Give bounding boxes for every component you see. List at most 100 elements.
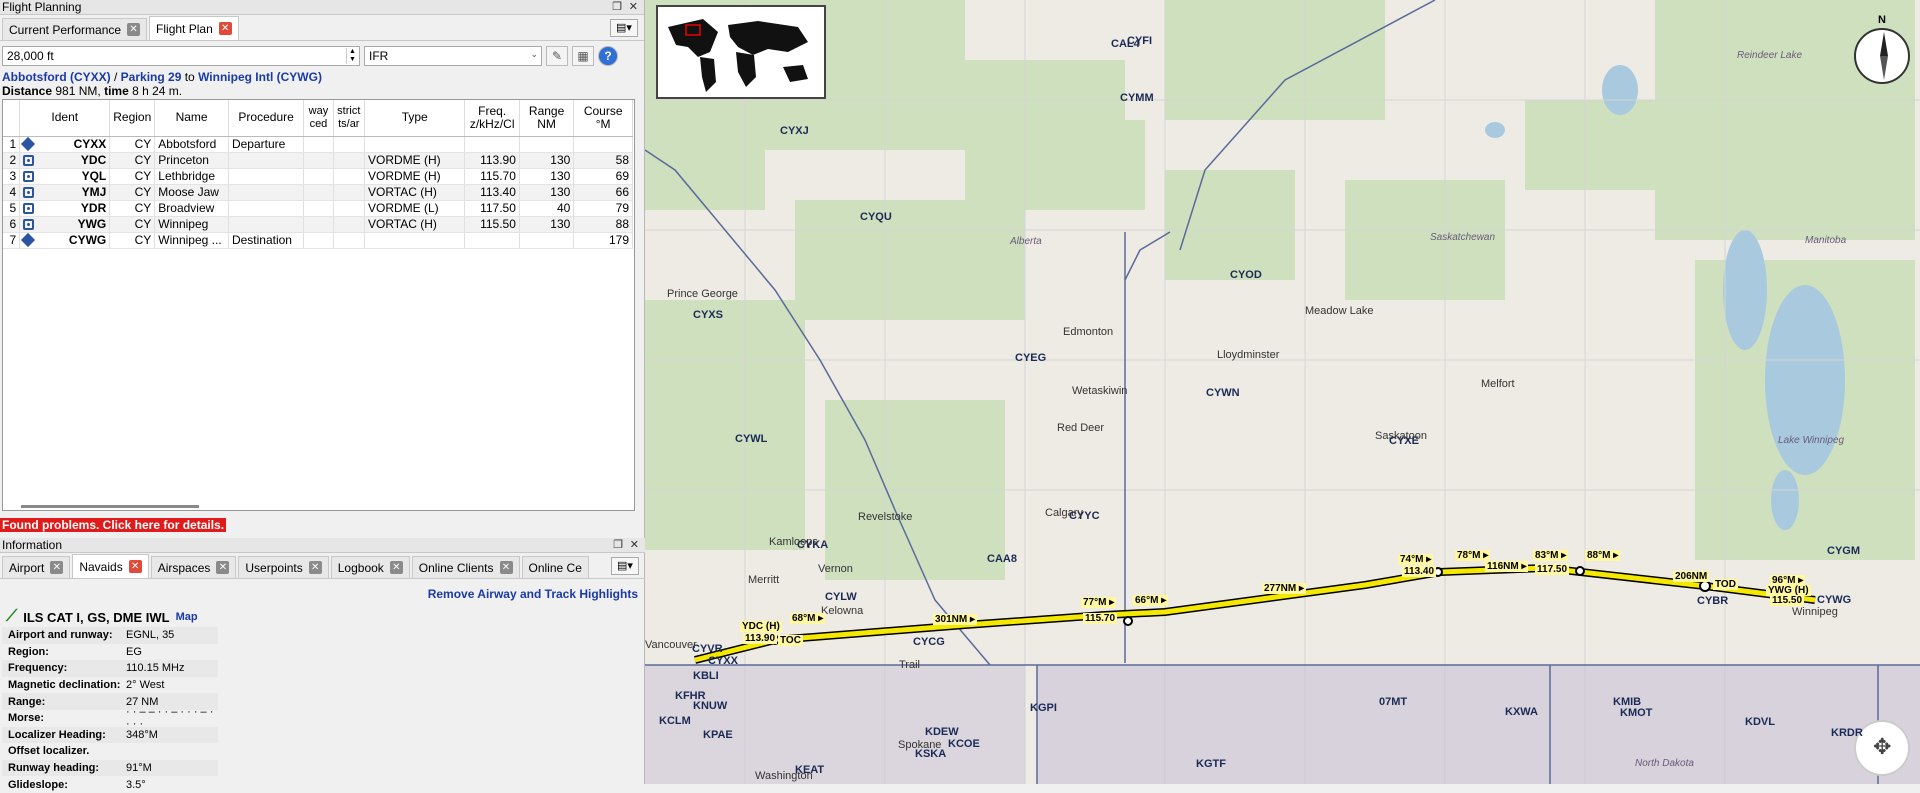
col-airway[interactable]: way ced [303, 100, 334, 137]
airport-label[interactable]: CYQU [860, 211, 892, 223]
col-region[interactable]: Region [109, 100, 156, 137]
airport-label[interactable]: CYFI [1127, 35, 1152, 47]
cell-procedure [228, 152, 305, 169]
detail-value: 348°M [126, 728, 158, 741]
airport-label[interactable]: KGTF [1196, 758, 1226, 770]
tab-menu-button[interactable]: ▤▾ [611, 557, 639, 575]
tab-close-icon[interactable]: ✕ [389, 561, 403, 574]
parking-link[interactable]: Parking 29 [121, 70, 182, 84]
airport-label[interactable]: KBLI [693, 670, 719, 682]
problems-banner[interactable]: Found problems. Click here for details. [0, 518, 227, 532]
tab-online-centers[interactable]: Online Ce [521, 556, 589, 578]
table-row[interactable]: 5 YDR CY Broadview VORDME (L) 117.50 40 79 [3, 200, 633, 217]
airport-label[interactable]: CYWL [735, 433, 767, 445]
col-ident[interactable]: Ident [19, 100, 111, 137]
airport-label[interactable]: KDVL [1745, 716, 1775, 728]
departure-link[interactable]: Abbotsford (CYXX) [2, 70, 111, 84]
destination-link[interactable]: Winnipeg Intl (CYWG) [198, 70, 322, 84]
flight-rules-combo[interactable]: IFR ⌄ [364, 46, 542, 66]
tab-close-icon[interactable]: ✕ [50, 561, 64, 574]
col-restrictions[interactable]: strict ts/ar [333, 100, 365, 137]
close-icon[interactable]: ✕ [629, 0, 638, 13]
tab-current-performance[interactable]: Current Performance ✕ [2, 18, 148, 40]
cruise-altitude-spinbox[interactable]: 28,000 ft ▲ ▼ [2, 46, 360, 66]
tab-menu-button[interactable]: ▤▾ [610, 19, 638, 37]
col-course[interactable]: Course °M [573, 100, 633, 137]
airport-label[interactable]: CYMM [1120, 92, 1154, 104]
airport-icon [21, 136, 36, 152]
float-icon[interactable]: ❐ [613, 538, 623, 551]
map-link[interactable]: Map [176, 611, 198, 623]
cell-region: CY [109, 232, 156, 249]
airport-label[interactable]: CAA8 [987, 553, 1017, 565]
table-settings-icon[interactable]: ▦ [572, 46, 594, 66]
airport-label[interactable]: KNUW [693, 700, 727, 712]
col-type[interactable]: Type [364, 100, 466, 137]
tab-close-icon[interactable]: ✕ [216, 561, 230, 574]
overview-minimap[interactable] [656, 5, 826, 99]
close-icon[interactable]: ✕ [630, 538, 639, 551]
airport-label[interactable]: CYEG [1015, 352, 1046, 364]
airport-label[interactable]: KPAE [703, 729, 733, 741]
help-icon[interactable]: ? [598, 46, 618, 66]
airport-label[interactable]: CYBR [1697, 595, 1728, 607]
airport-label[interactable]: CYXJ [780, 125, 809, 137]
airport-label[interactable]: KCLM [659, 715, 691, 727]
table-row[interactable]: 1 CYXX CY Abbotsford Departure [3, 136, 633, 153]
airport-label[interactable]: KRDR [1831, 727, 1863, 739]
airport-label[interactable]: KMOT [1620, 707, 1652, 719]
col-range[interactable]: Range NM [519, 100, 575, 137]
tab-close-icon[interactable]: ✕ [127, 23, 141, 36]
airport-label[interactable]: KXWA [1505, 706, 1538, 718]
airport-label[interactable]: CYXS [693, 309, 723, 321]
navaid-icon [23, 219, 35, 230]
tab-close-icon[interactable]: ✕ [308, 561, 322, 574]
col-name[interactable]: Name [154, 100, 229, 137]
cell-freq: 113.90 [464, 152, 520, 169]
tab-close-icon[interactable]: ✕ [128, 560, 142, 573]
airport-label[interactable]: KGPI [1030, 702, 1057, 714]
table-row[interactable]: 3 YQL CY Lethbridge VORDME (H) 115.70 130 69 [3, 168, 633, 185]
table-row[interactable]: 4 YMJ CY Moose Jaw VORTAC (H) 113.40 130 66 [3, 184, 633, 201]
airport-label[interactable]: KCOE [948, 738, 980, 750]
col-procedure[interactable]: Procedure [228, 100, 305, 137]
cell-type [364, 232, 466, 249]
float-icon[interactable]: ❐ [612, 0, 622, 13]
edit-icon[interactable]: ✎ [546, 46, 568, 66]
ident-text: CYXX [73, 137, 107, 151]
table-row[interactable]: 6 YWG CY Winnipeg VORTAC (H) 115.50 130 88 [3, 216, 633, 233]
tab-logbook[interactable]: Logbook ✕ [330, 556, 410, 578]
airport-label[interactable]: CYCG [913, 636, 945, 648]
airport-label[interactable]: CYOD [1230, 269, 1262, 281]
table-row[interactable]: 2 YDC CY Princeton VORDME (H) 113.90 130 58 [3, 152, 633, 169]
row-number: 3 [9, 169, 17, 183]
airport-label[interactable]: CYGM [1827, 545, 1860, 557]
airport-label[interactable]: KDEW [925, 726, 959, 738]
tab-airport[interactable]: Airport ✕ [2, 556, 71, 578]
tab-flight-plan[interactable]: Flight Plan ✕ [149, 16, 239, 40]
to-word: to [184, 70, 195, 84]
airport-label[interactable]: CYLW [825, 591, 857, 603]
spin-arrows-icon[interactable]: ▲ ▼ [346, 48, 358, 64]
remove-highlights-link[interactable]: Remove Airway and Track Highlights [428, 587, 638, 601]
airport-label[interactable]: 07MT [1379, 696, 1407, 708]
col-freq[interactable]: Freq. z/kHz/Cl [464, 100, 520, 137]
airport-label[interactable]: CYWG [1817, 594, 1851, 606]
airport-label[interactable]: CYWN [1206, 387, 1240, 399]
route-leg-label: 77°M ▸ [1081, 597, 1117, 608]
pan-arrows-icon[interactable]: ✥ [1873, 734, 1891, 760]
tab-navaids[interactable]: Navaids ✕ [72, 554, 149, 578]
map-view[interactable]: N ✥ CAL4 CYFI CYMM CYXJ CYQU CYOD CYXS CYEG CYWN… [645, 0, 1920, 784]
horizontal-scrollbar[interactable] [21, 505, 199, 508]
cell-range: 130 [519, 216, 575, 233]
tab-close-icon[interactable]: ✕ [499, 561, 513, 574]
tab-online-clients[interactable]: Online Clients ✕ [411, 556, 520, 578]
flight-plan-table[interactable]: Ident Region Name Procedure way ced stri… [2, 99, 635, 511]
airport-label[interactable]: CYXX [708, 655, 738, 667]
tab-close-icon[interactable]: ✕ [218, 22, 232, 35]
city-label: Saskatoon [1375, 430, 1427, 442]
map-canvas [645, 0, 1920, 784]
tab-airspaces[interactable]: Airspaces ✕ [150, 556, 237, 578]
tab-userpoints[interactable]: Userpoints ✕ [238, 556, 329, 578]
table-row[interactable]: 7 CYWG CY Winnipeg ... Destination 179 [3, 232, 633, 249]
